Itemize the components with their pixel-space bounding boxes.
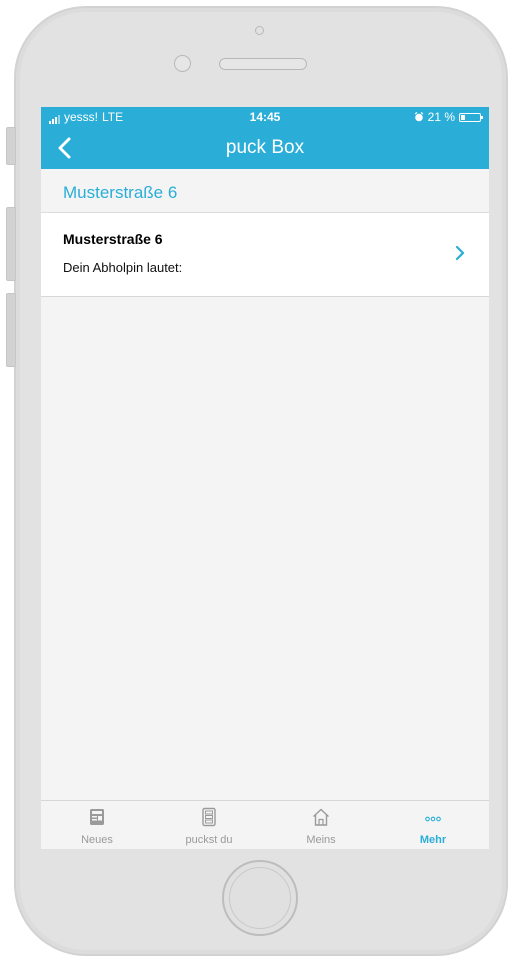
phone-mute-switch: [6, 127, 16, 165]
chevron-right-icon: [455, 245, 465, 261]
more-icon: [425, 816, 441, 822]
navigation-bar: puck Box: [41, 127, 489, 169]
battery-level-fill: [461, 114, 465, 120]
home-icon: [313, 808, 329, 826]
locker-icon: [202, 807, 216, 827]
battery-percent: 21 %: [427, 110, 455, 124]
list-item-subtitle: Dein Abholpin lautet:: [63, 260, 183, 275]
front-camera: [174, 55, 191, 72]
newspaper-icon: [90, 809, 104, 825]
tab-label: puckst du: [185, 834, 233, 846]
list-item[interactable]: Musterstraße 6 Dein Abholpin lautet:: [41, 213, 489, 297]
section-header: Musterstraße 6: [41, 169, 489, 213]
tab-meins[interactable]: Meins: [265, 801, 377, 849]
home-button[interactable]: [222, 860, 298, 936]
phone-volume-up: [6, 207, 16, 281]
phone-volume-down: [6, 293, 16, 367]
list-item-title: Musterstraße 6: [63, 231, 163, 247]
tab-label: Meins: [306, 834, 336, 846]
battery-icon: [459, 112, 483, 122]
section-title: Musterstraße 6: [63, 183, 178, 202]
page-title: puck Box: [225, 137, 305, 158]
app-screen: yesss! LTE 14:45 21 % puck Box Musterstr…: [41, 107, 489, 849]
proximity-sensor: [255, 26, 264, 35]
tab-puckst-du[interactable]: puckst du: [153, 801, 265, 849]
tab-bar: Neues puckst du Meins Mehr: [41, 800, 489, 849]
tab-mehr[interactable]: Mehr: [377, 801, 489, 849]
alarm-clock-icon: [414, 112, 424, 122]
earpiece-speaker: [219, 58, 307, 70]
tab-label: Mehr: [419, 834, 447, 846]
tab-label: Neues: [81, 834, 113, 846]
status-bar: yesss! LTE 14:45 21 %: [41, 107, 489, 127]
tab-neues[interactable]: Neues: [41, 801, 153, 849]
status-right: 21 %: [414, 110, 483, 124]
